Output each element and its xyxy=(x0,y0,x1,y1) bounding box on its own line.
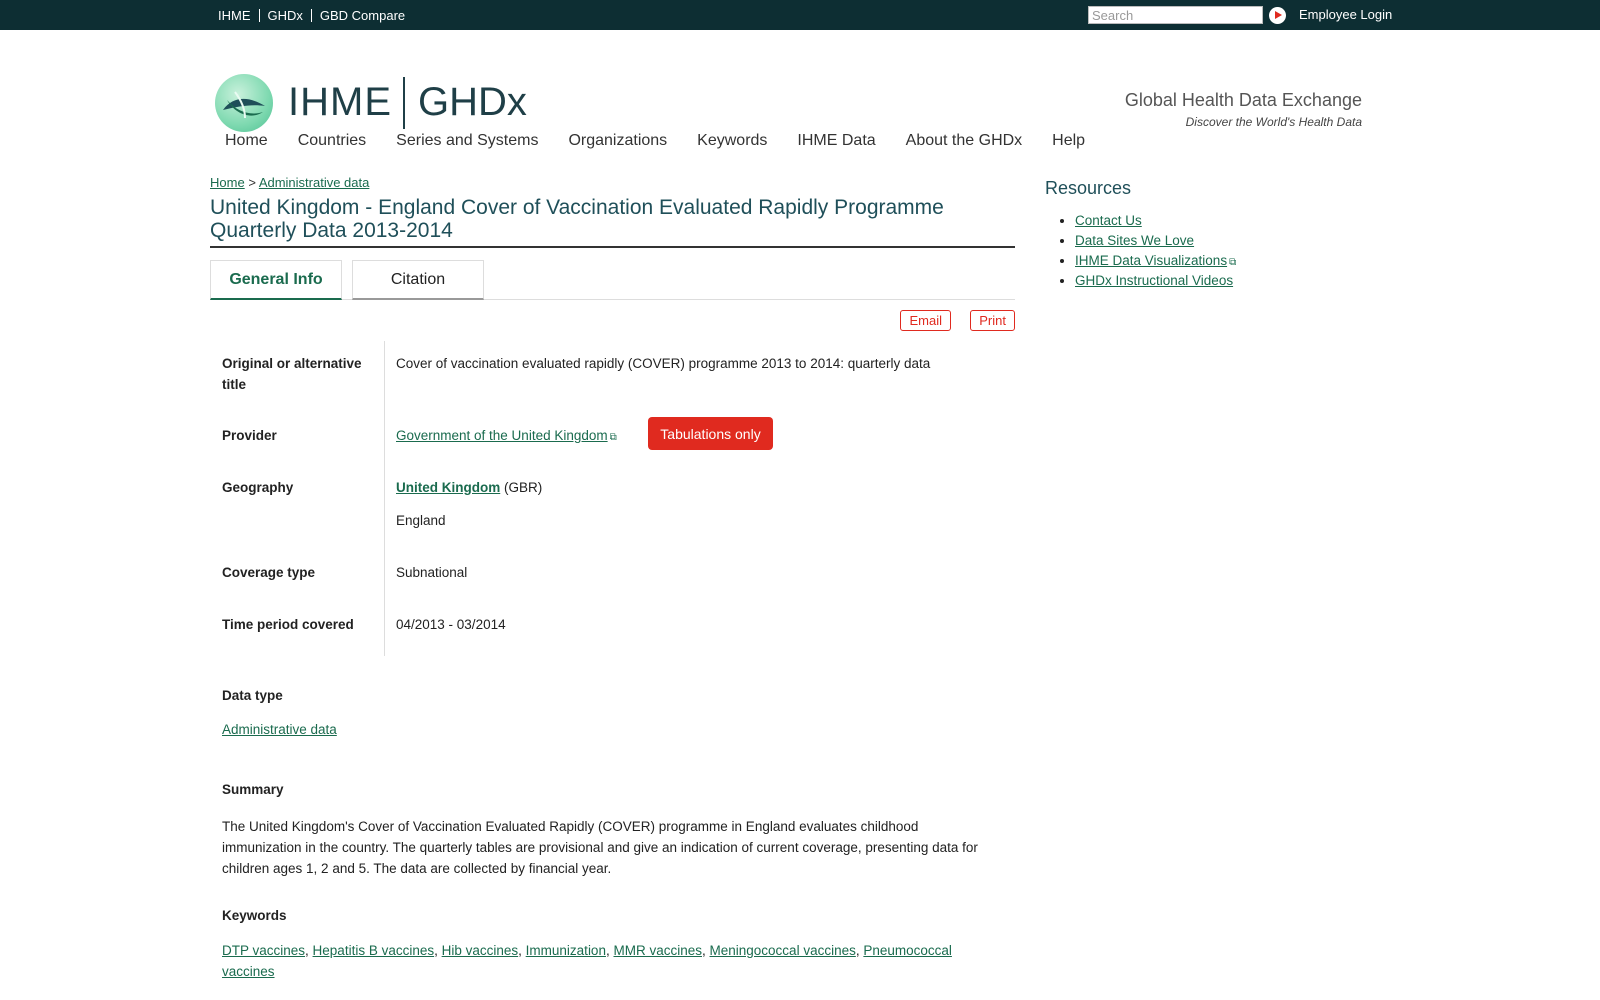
nav-home[interactable]: Home xyxy=(225,132,268,150)
nav-keywords[interactable]: Keywords xyxy=(697,132,767,150)
data-type-value: Administrative data xyxy=(222,719,992,740)
tabulations-badge[interactable]: Tabulations only xyxy=(648,417,773,450)
provider-value: Government of the United Kingdom ⧉ xyxy=(396,425,617,448)
geography-value: United Kingdom (GBR) xyxy=(396,477,542,498)
time-period-label: Time period covered xyxy=(222,617,354,632)
nav-about[interactable]: About the GHDx xyxy=(906,132,1023,150)
top-link-gbd-compare[interactable]: GBD Compare xyxy=(310,8,413,22)
resources-list: Contact Us Data Sites We Love IHME Data … xyxy=(1045,213,1345,288)
resource-item: Contact Us xyxy=(1075,213,1345,228)
main-nav: Home Countries Series and Systems Organi… xyxy=(225,132,1115,150)
breadcrumb-home[interactable]: Home xyxy=(210,175,245,190)
site-tagline: Global Health Data Exchange xyxy=(1124,90,1362,110)
employee-login-link[interactable]: Employee Login xyxy=(1299,7,1392,22)
keyword-link[interactable]: Hepatitis B vaccines xyxy=(313,943,435,958)
tab-citation[interactable]: Citation xyxy=(352,260,484,300)
data-type-link[interactable]: Administrative data xyxy=(222,722,337,737)
data-type-label: Data type xyxy=(222,688,283,703)
top-links: IHME GHDx GBD Compare xyxy=(218,0,413,30)
keyword-link[interactable]: Immunization xyxy=(526,943,606,958)
tab-bar: General Info Citation xyxy=(210,248,1015,300)
ihme-logo-icon[interactable] xyxy=(215,74,273,132)
keywords-list: DTP vaccines, Hepatitis B vaccines, Hib … xyxy=(222,943,952,979)
resources-title: Resources xyxy=(1045,178,1132,198)
resource-ihme-viz[interactable]: IHME Data Visualizations xyxy=(1075,253,1227,268)
coverage-label: Coverage type xyxy=(222,565,316,580)
action-buttons: Email Print xyxy=(210,300,1015,338)
logo-divider xyxy=(403,77,405,129)
breadcrumb: Home > Administrative data xyxy=(210,175,1015,190)
top-link-ihme[interactable]: IHME xyxy=(218,9,259,22)
breadcrumb-separator: > xyxy=(248,175,256,190)
search-input[interactable] xyxy=(1088,6,1263,24)
nav-series-and-systems[interactable]: Series and Systems xyxy=(396,132,538,150)
keyword-link[interactable]: DTP vaccines xyxy=(222,943,305,958)
geography-code: (GBR) xyxy=(504,480,543,495)
geography-country-link[interactable]: United Kingdom xyxy=(396,480,500,495)
provider-label: Provider xyxy=(222,428,277,443)
keywords-label: Keywords xyxy=(222,908,287,923)
summary-label: Summary xyxy=(222,782,284,797)
email-button[interactable]: Email xyxy=(900,310,951,331)
print-button[interactable]: Print xyxy=(970,310,1015,331)
search-go-icon[interactable] xyxy=(1269,7,1286,24)
keyword-link[interactable]: MMR vaccines xyxy=(613,943,702,958)
nav-organizations[interactable]: Organizations xyxy=(568,132,667,150)
resources-sidebar: Resources Contact Us Data Sites We Love … xyxy=(1045,178,1345,293)
page-title: United Kingdom - England Cover of Vaccin… xyxy=(210,196,1015,248)
nav-ihme-data[interactable]: IHME Data xyxy=(797,132,875,150)
geography-region: England xyxy=(396,513,446,528)
keyword-link[interactable]: Hib vaccines xyxy=(442,943,519,958)
resource-data-sites[interactable]: Data Sites We Love xyxy=(1075,233,1194,248)
alt-title-value: Cover of vaccination evaluated rapidly (… xyxy=(396,356,931,371)
main-content: Home > Administrative data United Kingdo… xyxy=(210,175,1015,656)
summary-text: The United Kingdom's Cover of Vaccinatio… xyxy=(222,819,978,876)
external-link-icon: ⧉ xyxy=(1229,257,1237,268)
coverage-value: Subnational xyxy=(396,565,468,580)
resource-item: Data Sites We Love xyxy=(1075,233,1345,248)
logo-ghdx-text[interactable]: GHDx xyxy=(418,80,527,125)
geography-label: Geography xyxy=(222,480,294,495)
resource-item: GHDx Instructional Videos xyxy=(1075,273,1345,288)
time-period-value: 04/2013 - 03/2014 xyxy=(396,617,506,632)
site-sub-tagline: Discover the World's Health Data xyxy=(1185,115,1362,129)
tab-general-info[interactable]: General Info xyxy=(210,260,342,300)
alt-title-label: Original or alternative title xyxy=(222,356,362,392)
nav-countries[interactable]: Countries xyxy=(298,132,366,150)
breadcrumb-current[interactable]: Administrative data xyxy=(259,175,370,190)
resource-item: IHME Data Visualizations⧉ xyxy=(1075,253,1345,268)
external-link-icon: ⧉ xyxy=(609,432,617,443)
top-link-ghdx[interactable]: GHDx xyxy=(258,8,311,22)
logo-ihme-text[interactable]: IHME xyxy=(288,80,392,125)
keyword-link[interactable]: Meningococcal vaccines xyxy=(710,943,856,958)
nav-help[interactable]: Help xyxy=(1052,132,1085,150)
resource-instructional-videos[interactable]: GHDx Instructional Videos xyxy=(1075,273,1233,288)
site-header: IHME GHDx Global Health Data Exchange Di… xyxy=(0,30,1600,132)
provider-link[interactable]: Government of the United Kingdom xyxy=(396,428,608,443)
resource-contact-us[interactable]: Contact Us xyxy=(1075,213,1142,228)
top-bar: IHME GHDx GBD Compare Employee Login xyxy=(0,0,1600,30)
grid-divider xyxy=(384,341,385,656)
